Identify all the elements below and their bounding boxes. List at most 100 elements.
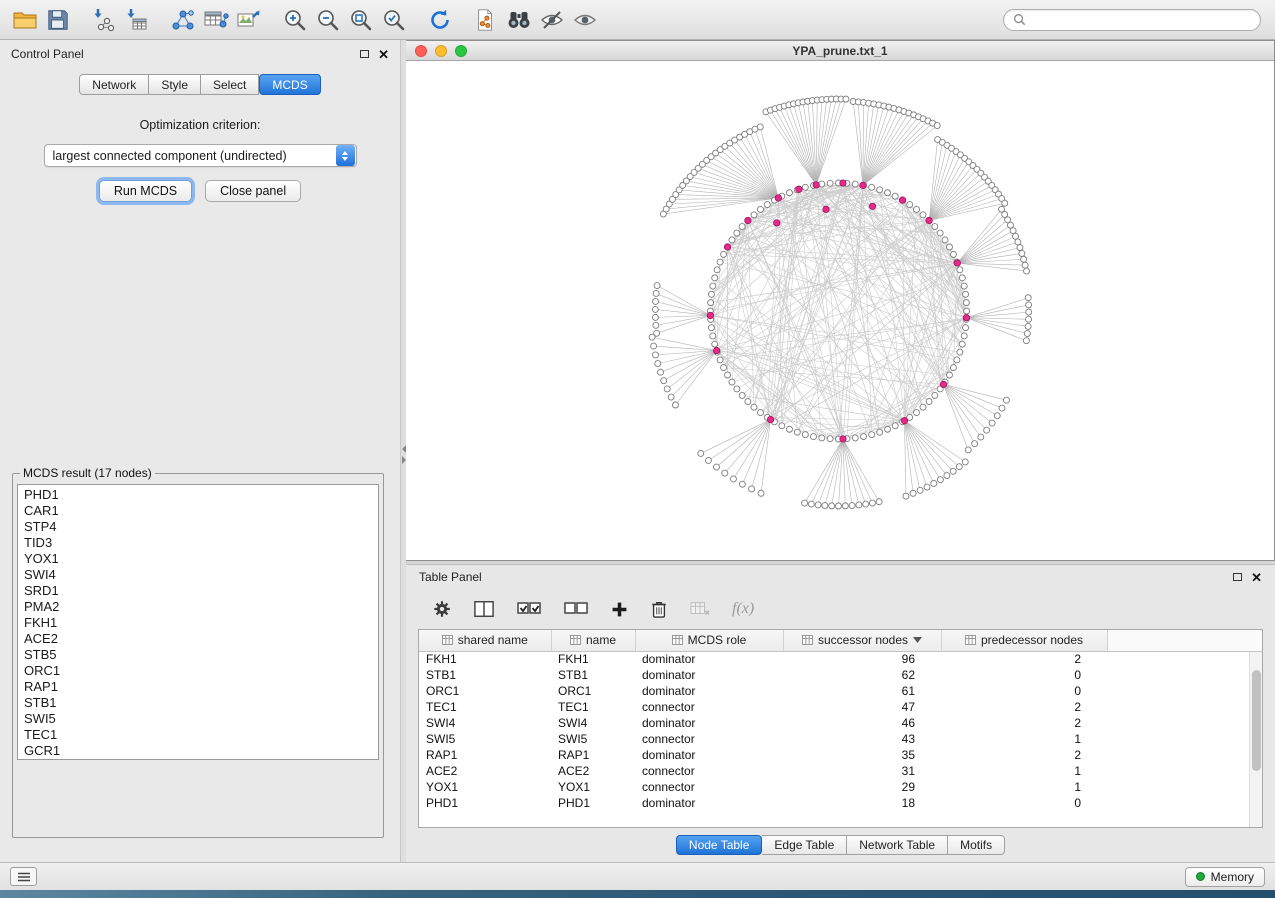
- mcds-result-item[interactable]: FKH1: [18, 615, 378, 631]
- mcds-result-item[interactable]: SWI5: [18, 711, 378, 727]
- cell-predecessors[interactable]: 1: [941, 763, 1107, 779]
- column-header-predecessor-nodes[interactable]: predecessor nodes: [941, 630, 1107, 651]
- mcds-result-item[interactable]: ACE2: [18, 631, 378, 647]
- criterion-select[interactable]: largest connected component (undirected): [44, 144, 357, 167]
- cell-predecessors[interactable]: 0: [941, 667, 1107, 683]
- mcds-result-list[interactable]: PHD1CAR1STP4TID3YOX1SWI4SRD1PMA2FKH1ACE2…: [17, 484, 379, 760]
- mcds-result-item[interactable]: ORC1: [18, 663, 378, 679]
- cell-predecessors[interactable]: 2: [941, 699, 1107, 715]
- mcds-result-item[interactable]: SWI4: [18, 567, 378, 583]
- table-row[interactable]: TEC1TEC1connector472: [419, 699, 1262, 715]
- table-row[interactable]: FKH1FKH1dominator962: [419, 651, 1262, 667]
- minimize-window-icon[interactable]: [435, 45, 447, 57]
- float-table-panel-icon[interactable]: [1233, 573, 1242, 581]
- cell-name[interactable]: PHD1: [551, 795, 635, 811]
- maximize-window-icon[interactable]: [455, 45, 467, 57]
- cell-successors[interactable]: 43: [783, 731, 941, 747]
- cell-successors[interactable]: 18: [783, 795, 941, 811]
- zoom-out-button[interactable]: [313, 5, 343, 35]
- collapse-right-icon[interactable]: [402, 456, 406, 464]
- cell-shared_name[interactable]: YOX1: [419, 779, 551, 795]
- mcds-result-item[interactable]: TID3: [18, 535, 378, 551]
- tab-edge-table[interactable]: Edge Table: [762, 835, 847, 855]
- cell-name[interactable]: STB1: [551, 667, 635, 683]
- delete-column-button[interactable]: [650, 599, 668, 619]
- table-row[interactable]: YOX1YOX1connector291: [419, 779, 1262, 795]
- column-header-name[interactable]: name: [551, 630, 635, 651]
- table-row[interactable]: RAP1RAP1dominator352: [419, 747, 1262, 763]
- cell-successors[interactable]: 29: [783, 779, 941, 795]
- mcds-result-item[interactable]: STB1: [18, 695, 378, 711]
- cell-name[interactable]: YOX1: [551, 779, 635, 795]
- cell-role[interactable]: dominator: [635, 667, 783, 683]
- mcds-result-item[interactable]: RAP1: [18, 679, 378, 695]
- save-session-button[interactable]: [43, 5, 73, 35]
- deselect-all-columns-button[interactable]: [563, 599, 589, 619]
- cell-predecessors[interactable]: 1: [941, 731, 1107, 747]
- cell-predecessors[interactable]: 1: [941, 779, 1107, 795]
- collapse-left-icon[interactable]: [402, 445, 406, 453]
- zoom-selected-button[interactable]: [379, 5, 409, 35]
- mcds-result-item[interactable]: STB5: [18, 647, 378, 663]
- cell-predecessors[interactable]: 0: [941, 795, 1107, 811]
- cell-role[interactable]: dominator: [635, 715, 783, 731]
- cell-successors[interactable]: 46: [783, 715, 941, 731]
- cell-successors[interactable]: 47: [783, 699, 941, 715]
- tab-style[interactable]: Style: [149, 74, 201, 95]
- close-window-icon[interactable]: [415, 45, 427, 57]
- cell-successors[interactable]: 35: [783, 747, 941, 763]
- delete-table-button[interactable]: [689, 600, 711, 618]
- function-builder-button[interactable]: f(x): [732, 600, 754, 618]
- table-scrollbar-thumb[interactable]: [1252, 670, 1261, 772]
- mcds-result-item[interactable]: STP4: [18, 519, 378, 535]
- zoom-fit-button[interactable]: [346, 5, 376, 35]
- mcds-result-item[interactable]: PMA2: [18, 599, 378, 615]
- search-network-button[interactable]: [504, 5, 534, 35]
- table-row[interactable]: ORC1ORC1dominator610: [419, 683, 1262, 699]
- cell-shared_name[interactable]: FKH1: [419, 651, 551, 667]
- cell-successors[interactable]: 62: [783, 667, 941, 683]
- cell-role[interactable]: dominator: [635, 747, 783, 763]
- cell-role[interactable]: connector: [635, 699, 783, 715]
- tab-network-table[interactable]: Network Table: [847, 835, 948, 855]
- cell-shared_name[interactable]: PHD1: [419, 795, 551, 811]
- cell-shared_name[interactable]: SWI5: [419, 731, 551, 747]
- cell-name[interactable]: ORC1: [551, 683, 635, 699]
- column-header-MCDS-role[interactable]: MCDS role: [635, 630, 783, 651]
- cell-shared_name[interactable]: ACE2: [419, 763, 551, 779]
- cell-name[interactable]: ACE2: [551, 763, 635, 779]
- cell-name[interactable]: TEC1: [551, 699, 635, 715]
- cell-role[interactable]: dominator: [635, 795, 783, 811]
- tab-network[interactable]: Network: [79, 74, 149, 95]
- cell-successors[interactable]: 96: [783, 651, 941, 667]
- cell-shared_name[interactable]: TEC1: [419, 699, 551, 715]
- cell-role[interactable]: dominator: [635, 651, 783, 667]
- table-row[interactable]: PHD1PHD1dominator180: [419, 795, 1262, 811]
- column-header-shared-name[interactable]: shared name: [419, 630, 551, 651]
- cell-successors[interactable]: 61: [783, 683, 941, 699]
- cell-name[interactable]: SWI5: [551, 731, 635, 747]
- search-input[interactable]: [1031, 13, 1251, 27]
- cell-predecessors[interactable]: 2: [941, 651, 1107, 667]
- import-network-button[interactable]: [89, 5, 119, 35]
- cell-name[interactable]: RAP1: [551, 747, 635, 763]
- add-column-button[interactable]: [610, 600, 629, 619]
- table-row[interactable]: SWI5SWI5connector431: [419, 731, 1262, 747]
- mcds-result-item[interactable]: GCR1: [18, 743, 378, 759]
- memory-button[interactable]: Memory: [1185, 867, 1265, 887]
- cell-shared_name[interactable]: ORC1: [419, 683, 551, 699]
- close-panel-button[interactable]: Close panel: [205, 180, 301, 202]
- table-scrollbar[interactable]: [1249, 652, 1262, 827]
- network-graph[interactable]: [406, 61, 1274, 560]
- select-all-columns-button[interactable]: [516, 599, 542, 619]
- mcds-result-item[interactable]: YOX1: [18, 551, 378, 567]
- close-table-panel-icon[interactable]: ✕: [1251, 571, 1262, 584]
- mcds-result-item[interactable]: CAR1: [18, 503, 378, 519]
- table-row[interactable]: STB1STB1dominator620: [419, 667, 1262, 683]
- import-table-button[interactable]: [122, 5, 152, 35]
- show-annotations-button[interactable]: [570, 5, 600, 35]
- search-box[interactable]: [1003, 9, 1261, 31]
- cell-shared_name[interactable]: SWI4: [419, 715, 551, 731]
- zoom-in-button[interactable]: [280, 5, 310, 35]
- tab-motifs[interactable]: Motifs: [948, 835, 1005, 855]
